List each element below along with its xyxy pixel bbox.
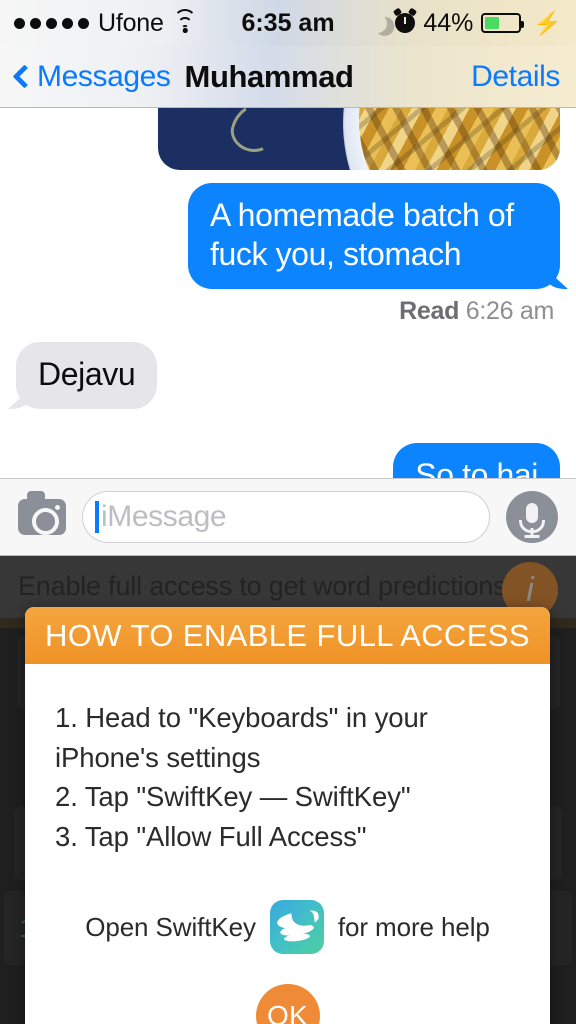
- swiftkey-logo-icon[interactable]: [269, 900, 324, 955]
- message-row: So to hai: [0, 443, 576, 478]
- message-input[interactable]: iMessage: [82, 491, 490, 543]
- microphone-icon[interactable]: [506, 491, 558, 543]
- navigation-bar: Messages Muhammad Details: [0, 46, 576, 108]
- message-bubble-incoming[interactable]: Dejavu: [16, 342, 158, 410]
- wifi-icon: [173, 8, 198, 33]
- dialog-header: HOW TO ENABLE FULL ACCESS: [25, 607, 550, 664]
- message-input-placeholder: iMessage: [101, 500, 227, 533]
- message-bubble-outgoing[interactable]: A homemade batch of fuck you, stomach: [188, 183, 560, 290]
- receipt-label: Read: [399, 297, 460, 326]
- message-row: Dejavu: [0, 342, 576, 410]
- dialog-step: 1. Head to "Keyboards" in your iPhone's …: [55, 702, 428, 773]
- status-bar: Ufone 6:35 am 44% ⚡: [0, 0, 576, 46]
- lightning-bolt-icon: ⚡: [533, 9, 562, 36]
- moon-icon: [366, 11, 390, 35]
- back-button[interactable]: Messages: [12, 59, 171, 94]
- battery-percent-label: 44%: [423, 8, 474, 37]
- alarm-clock-icon: [395, 13, 416, 33]
- dialog-step: 2. Tap "SwiftKey — SwiftKey": [55, 781, 411, 813]
- message-thread[interactable]: A homemade batch of fuck you, stomach Re…: [0, 108, 576, 478]
- back-button-label: Messages: [37, 59, 171, 93]
- message-bubble-outgoing[interactable]: So to hai: [393, 443, 560, 478]
- details-button[interactable]: Details: [471, 60, 560, 94]
- message-row: A homemade batch of fuck you, stomach: [0, 183, 576, 290]
- signal-strength-icon: [14, 17, 89, 29]
- status-bar-clock: 6:35 am: [241, 8, 335, 37]
- swirl-decoration: [225, 108, 283, 158]
- text-cursor: [95, 501, 99, 533]
- iphone-screen: Ufone 6:35 am 44% ⚡ Messages Muhammad De…: [0, 0, 576, 1024]
- dialog-actions: OK: [55, 954, 520, 1024]
- fries-shape: [359, 108, 560, 170]
- status-bar-right: 44% ⚡: [335, 9, 562, 38]
- open-swiftkey-prefix: Open SwiftKey: [85, 911, 256, 942]
- ok-button[interactable]: OK: [255, 984, 320, 1024]
- open-swiftkey-suffix: for more help: [337, 911, 490, 942]
- dialog-title: HOW TO ENABLE FULL ACCESS: [45, 617, 530, 653]
- photo-attachment[interactable]: [158, 108, 560, 170]
- receipt-time: 6:26 am: [465, 297, 555, 326]
- dialog-body: 1. Head to "Keyboards" in your iPhone's …: [25, 664, 550, 1024]
- open-swiftkey-row[interactable]: Open SwiftKey for more help: [55, 900, 520, 955]
- message-row-image: [0, 108, 576, 170]
- message-input-bar: iMessage: [0, 478, 576, 556]
- chevron-left-icon: [12, 64, 37, 89]
- page-title: Muhammad: [184, 58, 354, 94]
- status-bar-left: Ufone: [14, 8, 241, 38]
- dialog-step: 3. Tap "Allow Full Access": [55, 820, 367, 852]
- full-access-dialog: HOW TO ENABLE FULL ACCESS 1. Head to "Ke…: [25, 607, 550, 1024]
- delivery-receipt: Read 6:26 am: [0, 289, 576, 326]
- camera-icon[interactable]: [18, 491, 66, 535]
- carrier-label: Ufone: [98, 8, 164, 37]
- battery-icon: [481, 13, 525, 33]
